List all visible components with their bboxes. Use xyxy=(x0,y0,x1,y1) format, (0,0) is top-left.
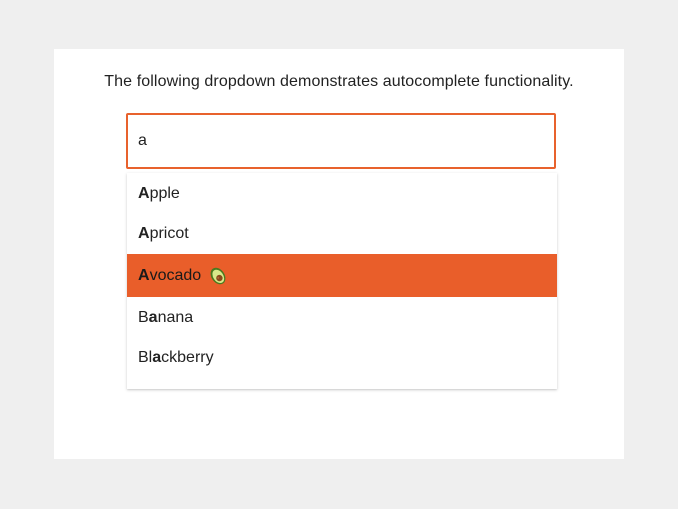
option-match: A xyxy=(138,185,150,202)
description-text: The following dropdown demonstrates auto… xyxy=(104,73,574,90)
option-rest: vocado xyxy=(149,266,202,284)
avocado-icon xyxy=(210,267,226,284)
option-banana[interactable]: Ba nana xyxy=(127,297,557,339)
option-prefix: B xyxy=(138,309,149,326)
autocomplete-dropdown: Apple Apricot Avocado Ba nana Bl a ckberry xyxy=(127,173,557,389)
option-match: a xyxy=(152,349,162,366)
option-apricot[interactable]: Apricot xyxy=(127,213,557,255)
autocomplete-input[interactable]: a xyxy=(126,113,556,169)
demo-card: The following dropdown demonstrates auto… xyxy=(54,49,624,459)
option-match: A xyxy=(138,266,150,284)
option-rest: ckberry xyxy=(161,349,214,366)
option-blackberry[interactable]: Bl a ckberry xyxy=(127,337,557,379)
option-rest: nana xyxy=(157,309,194,326)
option-apple[interactable]: Apple xyxy=(127,173,557,215)
input-value: a xyxy=(138,132,147,149)
option-match: a xyxy=(148,309,158,326)
option-avocado[interactable]: Avocado xyxy=(127,254,557,297)
option-match: A xyxy=(138,225,150,242)
option-prefix: Bl xyxy=(138,349,153,366)
option-rest: pple xyxy=(149,185,180,202)
option-rest: pricot xyxy=(149,225,189,242)
